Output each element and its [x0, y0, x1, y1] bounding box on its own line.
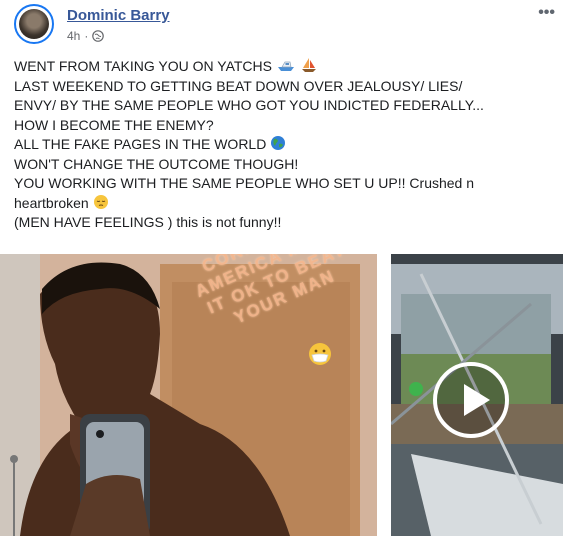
meta-separator: ·	[84, 29, 89, 43]
post-text-line: HOW I BECOME THE ENEMY?	[14, 116, 214, 133]
pensive-face-emoji	[93, 194, 108, 209]
earth-emoji	[271, 136, 286, 150]
post-text-line: WON'T CHANGE THE OUTCOME THOUGH!	[14, 155, 299, 172]
author-name-link[interactable]: Dominic Barry	[67, 7, 170, 24]
sailboat-emoji	[301, 58, 316, 72]
post-meta: 4h ·	[67, 29, 105, 43]
mask-face-emoji	[309, 343, 331, 365]
post-text-line: ALL THE FAKE PAGES IN THE WORLD	[14, 136, 267, 152]
post-text-line: ENVY/ BY THE SAME PEOPLE WHO GOT YOU IND…	[14, 97, 484, 113]
post-text-line: heartbroken	[14, 194, 89, 211]
selfie-photo[interactable]: CORPORATE AMERICA MADE IT OK TO BEAT YOU…	[0, 254, 377, 536]
play-icon[interactable]	[433, 362, 509, 438]
post-line-5: ALL THE FAKE PAGES IN THE WORLD	[14, 135, 559, 155]
post-text-line: LAST WEEKEND TO GETTING BEAT DOWN OVER J…	[14, 77, 463, 94]
speedboat-emoji	[277, 61, 294, 71]
post-text-line: WENT FROM TAKING YOU ON YATCHS	[14, 58, 272, 74]
post-timestamp[interactable]: 4h	[67, 29, 80, 43]
avatar[interactable]	[14, 4, 54, 44]
more-options-icon[interactable]: •••	[538, 4, 555, 22]
globe-icon[interactable]	[92, 30, 105, 42]
post-body: WENT FROM TAKING YOU ON YATCHS LAST WEEK…	[14, 57, 559, 233]
post-text-line: (MEN HAVE FEELINGS ) this is not funny!!	[14, 214, 282, 230]
post-header: Dominic Barry 4h · •••	[0, 0, 563, 52]
post-line-1: WENT FROM TAKING YOU ON YATCHS	[14, 57, 559, 77]
post-text-line: YOU WORKING WITH THE SAME PEOPLE WHO SET…	[14, 175, 475, 191]
post-line-8: heartbroken	[14, 194, 559, 214]
